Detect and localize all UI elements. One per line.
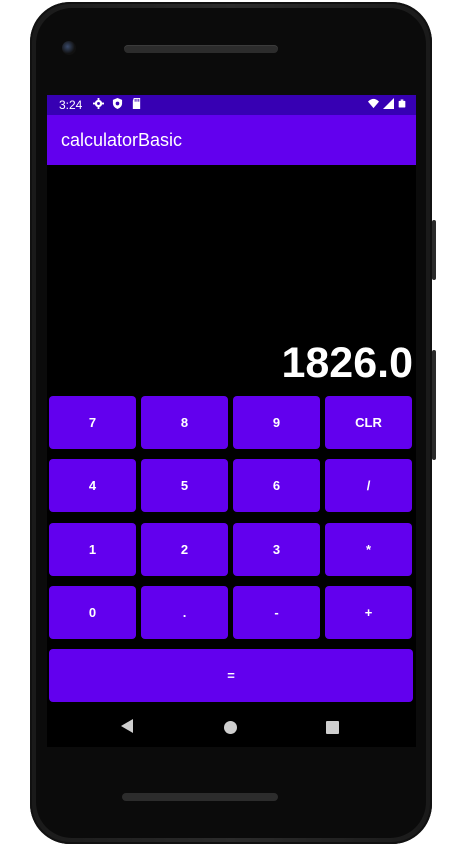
status-time: 3:24 (59, 98, 83, 112)
recents-icon[interactable] (326, 721, 339, 734)
settings-icon (93, 98, 104, 109)
subtract-button[interactable]: - (233, 586, 320, 639)
app-bar: calculatorBasic (47, 115, 416, 165)
signal-icon (383, 98, 394, 109)
key-7[interactable]: 7 (49, 396, 136, 449)
key-9[interactable]: 9 (233, 396, 320, 449)
volume-button (432, 220, 436, 280)
sd-card-icon (132, 98, 141, 109)
result-display: 1826.0 (281, 339, 413, 387)
status-icons-right (368, 98, 406, 109)
app-title: calculatorBasic (61, 130, 183, 150)
key-6[interactable]: 6 (233, 459, 320, 512)
status-bar: 3:24 (47, 95, 416, 115)
key-2[interactable]: 2 (141, 523, 228, 576)
key-1[interactable]: 1 (49, 523, 136, 576)
divide-button[interactable]: / (325, 459, 412, 512)
home-icon[interactable] (224, 721, 237, 734)
add-button[interactable]: + (325, 586, 412, 639)
power-button (432, 350, 436, 460)
key-4[interactable]: 4 (49, 459, 136, 512)
status-icons-left (93, 98, 142, 109)
decimal-button[interactable]: . (141, 586, 228, 639)
multiply-button[interactable]: * (325, 523, 412, 576)
wifi-icon (368, 98, 379, 109)
key-8[interactable]: 8 (141, 396, 228, 449)
screen: 3:24 calculatorBasic 1826.0 7 8 9 CLR 4 … (47, 95, 416, 747)
top-speaker (124, 45, 278, 53)
shield-icon (112, 98, 123, 109)
equals-button[interactable]: = (49, 649, 413, 702)
key-0[interactable]: 0 (49, 586, 136, 639)
back-icon[interactable] (121, 719, 133, 733)
key-3[interactable]: 3 (233, 523, 320, 576)
key-5[interactable]: 5 (141, 459, 228, 512)
front-camera (62, 41, 76, 55)
battery-icon (398, 99, 406, 108)
navigation-bar (47, 707, 416, 747)
clear-button[interactable]: CLR (325, 396, 412, 449)
bottom-speaker (122, 793, 278, 801)
